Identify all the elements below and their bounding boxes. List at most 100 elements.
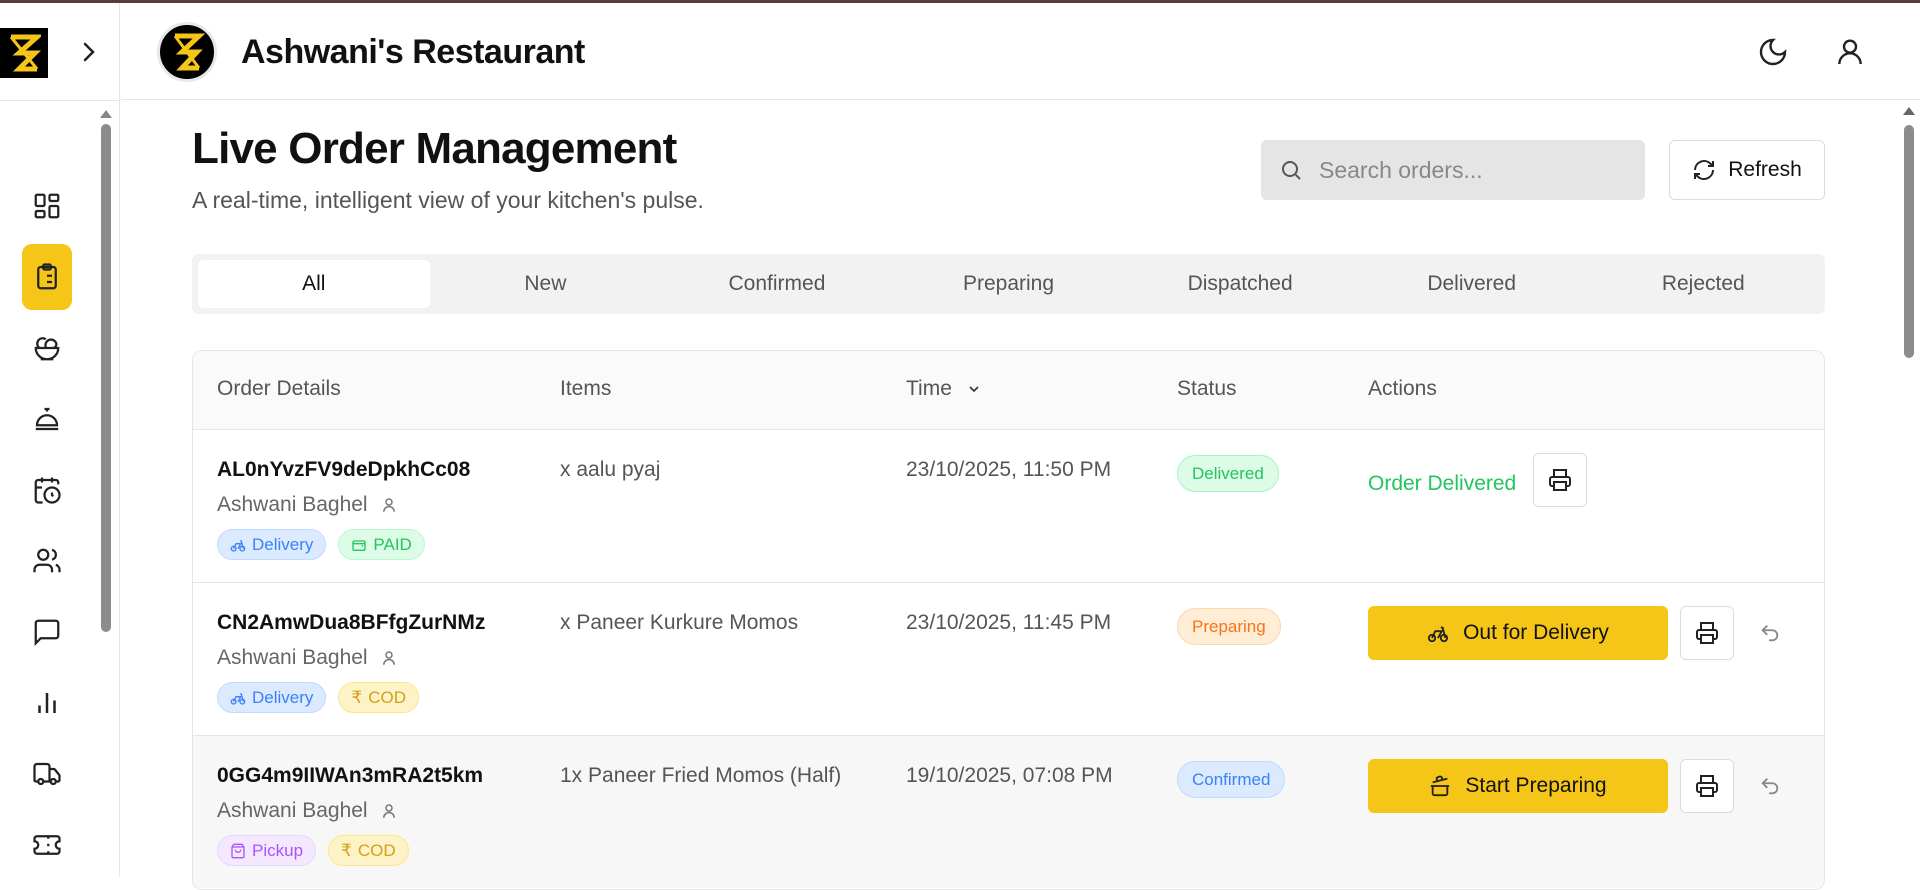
tab-all[interactable]: All bbox=[198, 260, 430, 308]
orders-table: Order Details Items Time Status Actions … bbox=[192, 350, 1825, 890]
bike-icon bbox=[230, 692, 246, 705]
customer-name-text: Ashwani Baghel bbox=[217, 799, 368, 822]
tab-delivered[interactable]: Delivered bbox=[1356, 260, 1588, 308]
dashboard-icon bbox=[34, 193, 60, 219]
order-time: 23/10/2025, 11:45 PM bbox=[906, 611, 1112, 634]
app-logo[interactable] bbox=[0, 28, 48, 78]
status-filter-tabs: All New Confirmed Preparing Dispatched D… bbox=[192, 254, 1825, 314]
tab-rejected[interactable]: Rejected bbox=[1587, 260, 1819, 308]
cooking-pot-icon bbox=[1431, 775, 1450, 797]
restaurant-name: Ashwani's Restaurant bbox=[241, 33, 585, 71]
out-for-delivery-button[interactable]: Out for Delivery bbox=[1368, 606, 1668, 660]
sidebar-item-orders[interactable] bbox=[22, 244, 72, 310]
sidebar-item-delivery[interactable] bbox=[22, 741, 72, 807]
status-badge: Delivered bbox=[1177, 455, 1279, 492]
page-title: Live Order Management bbox=[192, 124, 677, 173]
order-type-badge: Delivery bbox=[217, 682, 327, 713]
search-input[interactable] bbox=[1319, 156, 1619, 184]
column-header-status: Status bbox=[1177, 377, 1237, 400]
sidebar-nav bbox=[22, 173, 72, 883]
user-profile-icon[interactable] bbox=[1832, 34, 1868, 70]
print-button[interactable] bbox=[1680, 759, 1734, 813]
expand-sidebar-icon[interactable] bbox=[76, 39, 102, 65]
customer-name: Ashwani Baghel bbox=[217, 799, 398, 823]
sidebar-item-dashboard[interactable] bbox=[22, 173, 72, 239]
analytics-icon bbox=[38, 693, 56, 713]
column-header-items: Items bbox=[560, 377, 612, 400]
order-items: x Paneer Kurkure Momos bbox=[560, 611, 799, 634]
status-badge: Confirmed bbox=[1177, 761, 1286, 798]
table-header: Order Details Items Time Status Actions bbox=[193, 351, 1824, 429]
start-preparing-button[interactable]: Start Preparing bbox=[1368, 759, 1668, 813]
tab-new[interactable]: New bbox=[430, 260, 662, 308]
table-row: AL0nYvzFV9deDpkhCc08 Ashwani Baghel Deli… bbox=[193, 429, 1824, 582]
refresh-button[interactable]: Refresh bbox=[1669, 140, 1825, 200]
main-scrollbar[interactable] bbox=[1898, 105, 1920, 877]
order-type-badge: Delivery bbox=[217, 529, 327, 560]
page-subtitle: A real-time, intelligent view of your ki… bbox=[192, 187, 704, 213]
tab-dispatched[interactable]: Dispatched bbox=[1124, 260, 1356, 308]
order-tags: Pickup ₹ COD bbox=[217, 835, 409, 866]
undo-icon[interactable] bbox=[1755, 618, 1785, 648]
calendar-clock-icon bbox=[34, 477, 61, 504]
user-icon bbox=[382, 804, 395, 818]
table-row: CN2AmwDua8BFfgZurNMz Ashwani Baghel Deli… bbox=[193, 582, 1824, 735]
undo-icon[interactable] bbox=[1755, 771, 1785, 801]
sidebar-scrollbar[interactable] bbox=[100, 108, 112, 878]
refresh-label: Refresh bbox=[1728, 158, 1802, 181]
order-id: AL0nYvzFV9deDpkhCc08 bbox=[217, 458, 471, 481]
order-tags: Delivery PAID bbox=[217, 529, 425, 560]
print-button[interactable] bbox=[1680, 606, 1734, 660]
tab-preparing[interactable]: Preparing bbox=[893, 260, 1125, 308]
payment-badge: ₹ COD bbox=[338, 682, 420, 713]
printer-icon bbox=[1696, 775, 1718, 797]
print-button[interactable] bbox=[1533, 453, 1587, 507]
order-type-label: Pickup bbox=[252, 840, 304, 860]
customer-name-text: Ashwani Baghel bbox=[217, 646, 368, 669]
bike-icon bbox=[1427, 626, 1449, 643]
column-header-actions: Actions bbox=[1368, 377, 1437, 400]
order-type-badge: Pickup bbox=[217, 835, 317, 866]
user-icon bbox=[382, 651, 395, 665]
truck-icon bbox=[33, 762, 61, 786]
user-icon bbox=[382, 498, 395, 512]
chat-icon bbox=[34, 619, 60, 646]
payment-badge: ₹ COD bbox=[328, 835, 409, 866]
tab-confirmed[interactable]: Confirmed bbox=[661, 260, 893, 308]
order-type-label: Delivery bbox=[252, 534, 314, 554]
table-row: 0GG4m9IIWAn3mRA2t5km Ashwani Baghel Pick… bbox=[193, 735, 1824, 888]
sidebar-item-reservations[interactable] bbox=[22, 457, 72, 523]
sidebar-item-menu[interactable] bbox=[22, 315, 72, 381]
column-header-time[interactable]: Time bbox=[906, 377, 982, 401]
sidebar bbox=[0, 3, 120, 877]
order-time: 23/10/2025, 11:50 PM bbox=[906, 458, 1112, 481]
sidebar-item-coupons[interactable] bbox=[22, 812, 72, 878]
bike-icon bbox=[230, 539, 246, 552]
payment-label: PAID bbox=[373, 534, 412, 554]
service-bell-icon bbox=[35, 407, 59, 431]
printer-icon bbox=[1696, 622, 1718, 644]
search-box[interactable] bbox=[1261, 140, 1645, 200]
order-delivered-text: Order Delivered bbox=[1368, 472, 1517, 495]
sidebar-item-messages[interactable] bbox=[22, 599, 72, 665]
order-id: 0GG4m9IIWAn3mRA2t5km bbox=[217, 764, 484, 787]
payment-label: COD bbox=[368, 687, 407, 707]
order-items: 1x Paneer Fried Momos (Half) bbox=[560, 764, 842, 787]
search-icon bbox=[1282, 161, 1301, 180]
restaurant-logo bbox=[157, 22, 217, 82]
status-badge: Preparing bbox=[1177, 608, 1281, 645]
order-type-label: Delivery bbox=[252, 687, 314, 707]
theme-toggle-icon[interactable] bbox=[1755, 34, 1791, 70]
sidebar-item-customers[interactable] bbox=[22, 528, 72, 594]
printer-icon bbox=[1549, 469, 1571, 491]
start-preparing-label: Start Preparing bbox=[1465, 774, 1607, 797]
order-time: 19/10/2025, 07:08 PM bbox=[906, 764, 1113, 787]
sidebar-item-service[interactable] bbox=[22, 386, 72, 452]
column-header-time-label: Time bbox=[906, 377, 952, 400]
column-header-order-details: Order Details bbox=[217, 377, 341, 400]
customer-name-text: Ashwani Baghel bbox=[217, 493, 368, 516]
sidebar-item-analytics[interactable] bbox=[22, 670, 72, 736]
users-icon bbox=[33, 548, 61, 573]
out-for-delivery-label: Out for Delivery bbox=[1463, 621, 1609, 644]
orders-clipboard-icon bbox=[37, 263, 57, 290]
